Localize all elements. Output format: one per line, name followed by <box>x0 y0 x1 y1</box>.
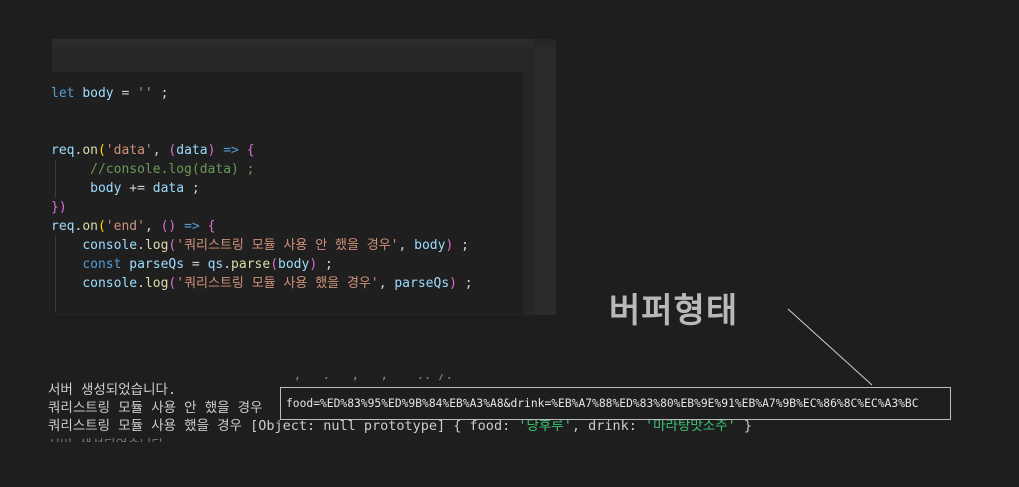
code-token: body <box>278 257 310 272</box>
code-token: () <box>160 219 177 234</box>
code-line: }) <box>51 198 473 217</box>
code-token: data <box>176 143 208 158</box>
code-token: '쿼리스트링 모듈 사용 안 했을 경우' <box>176 238 399 253</box>
code-token: = <box>113 86 138 101</box>
code-line: body += data ; <box>51 179 473 198</box>
code-token: log <box>144 276 169 291</box>
code-line: let body = '' ; <box>51 84 473 103</box>
code-token: body <box>82 86 114 101</box>
code-token: let <box>51 86 75 101</box>
code-token: body <box>90 181 122 196</box>
code-token: body <box>414 238 446 253</box>
terminal-line-2-text: 쿼리스트링 모듈 사용 안 했을 경우 <box>48 400 263 416</box>
terminal-line-3-prefix: 쿼리스트링 모듈 사용 했을 경우 <box>48 418 251 434</box>
code-token: '쿼리스트링 모듈 사용 했을 경우' <box>176 276 379 291</box>
code-token: 'end' <box>105 219 145 234</box>
code-token: ) <box>309 257 318 272</box>
code-token: }) <box>51 200 67 215</box>
code-line: const parseQs = qs.parse(body) ; <box>51 255 473 274</box>
code-line: console.log('쿼리스트링 모듈 사용 안 했을 경우', body)… <box>51 236 473 255</box>
indent-guide <box>55 255 56 274</box>
code-line: console.log('쿼리스트링 모듈 사용 했을 경우', parseQs… <box>51 274 473 293</box>
code-token: qs <box>207 257 224 272</box>
indent-guide <box>55 293 56 312</box>
code-editor[interactable]: let body = '' ; req.on('data', (data) => … <box>46 72 523 314</box>
code-token: ; <box>453 238 469 253</box>
code-token: on <box>82 143 98 158</box>
terminal-food-value: '당후루' <box>518 418 572 434</box>
code-token: ; <box>184 181 200 196</box>
terminal-drink-value: '마라탕맛소주' <box>645 418 736 434</box>
clipped-terminal-line: 서버 생성되었습니다. <box>48 434 208 442</box>
code-token: { <box>207 219 216 234</box>
indent-guide <box>55 236 56 255</box>
annotation-label: 버퍼형태 <box>609 291 739 331</box>
code-token: ( <box>270 257 279 272</box>
code-token: on <box>82 219 98 234</box>
code-token: console <box>82 276 138 291</box>
code-line: req.on('end', () => { <box>51 217 473 236</box>
terminal-drink-key: , drink: <box>571 418 645 434</box>
indent-guide <box>55 160 56 179</box>
terminal-object-close: } <box>735 418 753 434</box>
code-token: log <box>144 238 169 253</box>
code-token: //console.log(data) ; <box>90 162 255 177</box>
code-token: , <box>398 238 415 253</box>
code-token: parse <box>231 257 271 272</box>
code-lines: let body = '' ; req.on('data', (data) => … <box>51 84 473 312</box>
editor-tab-strip <box>52 39 534 47</box>
indent-guide <box>55 274 56 293</box>
code-token: parseQs <box>394 276 450 291</box>
code-token: data <box>152 181 185 196</box>
code-token: req <box>51 219 75 234</box>
code-token: { <box>246 143 255 158</box>
buffer-output-box: food=%ED%83%95%ED%9B%84%EB%A3%A8&drink=%… <box>280 387 951 420</box>
code-token: , <box>378 276 395 291</box>
pointer-line <box>787 308 873 386</box>
code-line: req.on('data', (data) => { <box>51 141 473 160</box>
code-token: ; <box>152 86 169 101</box>
code-token: = <box>184 257 208 272</box>
terminal-object-label: [Object: null prototype] { food: <box>250 418 519 434</box>
code-token: parseQs <box>129 257 185 272</box>
code-token: const <box>82 257 122 272</box>
code-token: console <box>82 238 138 253</box>
code-token: ( <box>97 143 106 158</box>
code-token: . <box>137 238 145 253</box>
code-token: . <box>137 276 145 291</box>
code-token: => <box>184 219 200 234</box>
code-token: req <box>51 143 75 158</box>
code-token: ; <box>456 276 473 291</box>
code-token: ( <box>97 219 106 234</box>
code-token: => <box>223 143 239 158</box>
code-line <box>51 293 473 312</box>
code-line: //console.log(data) ; <box>51 160 473 179</box>
code-token: ) <box>449 276 457 291</box>
code-token: ; <box>317 257 333 272</box>
editor-scrollbar[interactable] <box>534 47 556 315</box>
code-token: 'data' <box>105 143 153 158</box>
code-token: , <box>144 219 161 234</box>
indent-guide <box>55 179 56 198</box>
code-token: . <box>223 257 232 272</box>
code-token: '' <box>137 86 153 101</box>
code-token: , <box>152 143 169 158</box>
code-token: += <box>121 181 153 196</box>
